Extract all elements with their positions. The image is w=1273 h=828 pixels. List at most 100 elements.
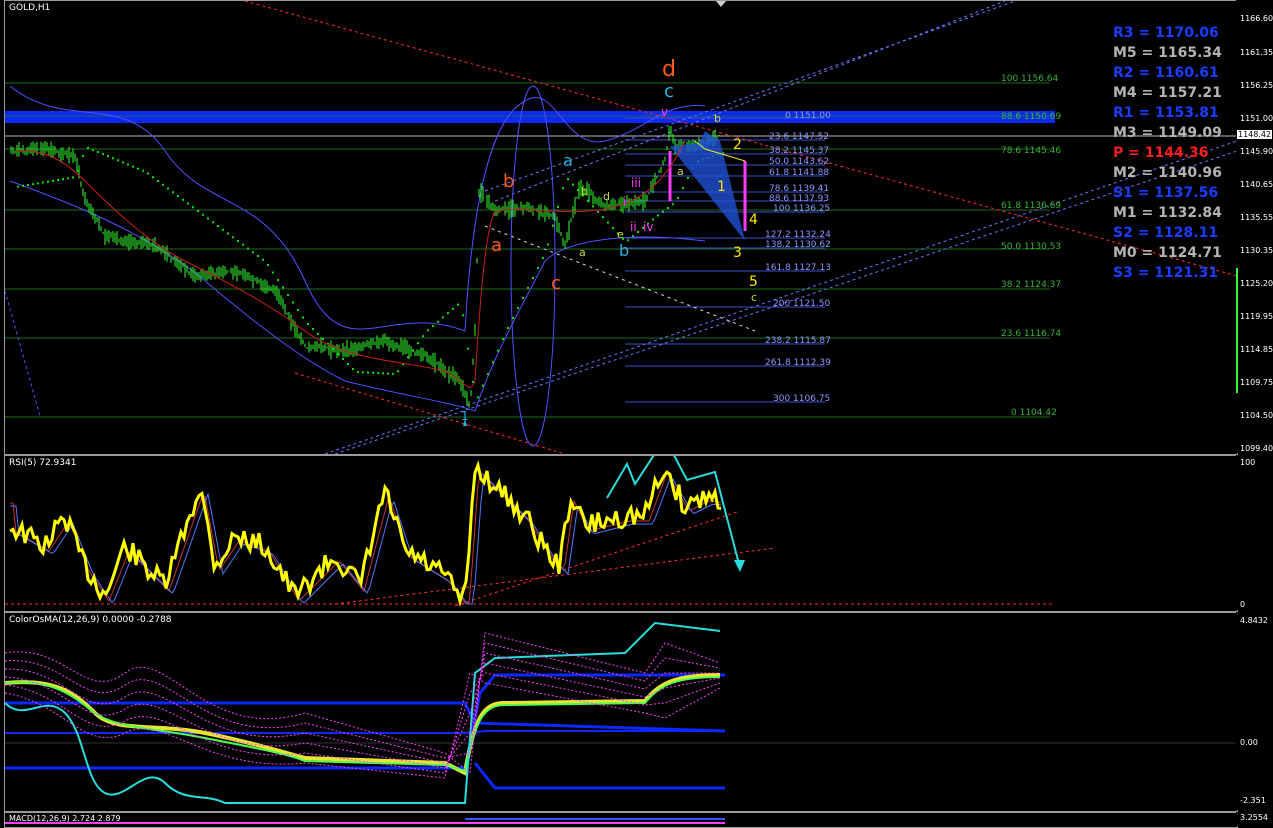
psar-dot [662,210,664,213]
fibex-label: 238.2 1115.87 [765,336,831,346]
pivot-r3: R3 = 1170.06 [1113,25,1219,41]
psar-dot [422,335,424,338]
fibex-label: 0 1151.00 [785,111,831,121]
psar-dot [287,294,289,296]
fibex-label: 261.8 1112.39 [765,358,831,368]
psar-dot [417,342,419,345]
wave-label: a [677,165,684,178]
psar-dot [42,181,44,184]
psar-dot [257,255,259,257]
rsi-axis-max: 100 [1240,458,1256,467]
fibex-label: 23.6 1147.52 [769,132,830,142]
psar-dot [372,371,374,374]
psar-dot [107,155,109,158]
main-price-chart[interactable]: GOLD,H1 100 1156.64 88.6 1150.69 78.6 11… [4,0,1238,455]
psar-dot [72,176,74,179]
wave-label: c [751,291,758,304]
osma-axis-bottom: -2.351 [1240,796,1266,805]
pivot-m4: M4 = 1157.21 [1113,85,1222,101]
down-arrow-icon [734,560,745,572]
wave-label: c [664,81,674,102]
fibex-label: 100 1136.25 [773,204,831,214]
osma-line [5,673,721,776]
psar-dot [362,371,364,374]
psar-dot [487,373,489,375]
pivot-m3: M3 = 1149.09 [1113,125,1222,141]
fib-label: 0 1104.42 [1011,408,1057,418]
rsi-title: RSI(5) 72.9341 [9,458,77,468]
fib-label: 78.6 1145.46 [1001,146,1062,156]
psar-dot [407,356,409,359]
pivot-m5: M5 = 1165.34 [1113,45,1222,61]
fibex-label: 138.2 1130.62 [765,240,831,250]
osma-line [5,621,721,804]
psar-dot [587,199,589,202]
pivot-band [5,111,1055,123]
wave-label: 2 [733,137,742,153]
psar-dot [472,381,474,383]
psar-dot [482,384,484,387]
blue-diagonal-left [5,290,41,417]
psar-dot [677,197,679,199]
osma-axis [1236,612,1273,810]
psar-dot [127,163,129,166]
psar-dot [242,243,244,246]
psar-dot [682,187,684,189]
psar-dot [227,232,229,235]
psar-dot [117,159,119,162]
price-tick: 1119.95 [1240,312,1273,321]
psar-dot [637,231,639,233]
psar-dot [382,372,384,375]
rsi-panel[interactable]: RSI(5) 72.9341 [4,455,1238,612]
pivot-m2: M2 = 1140.96 [1113,165,1222,181]
psar-dot [597,210,599,213]
psar-dot [167,187,169,190]
psar-dot [477,396,479,399]
psar-dot [182,198,184,201]
fibex-label: 300 1106.75 [773,394,831,404]
psar-dot [232,236,234,239]
psar-dot [567,178,569,181]
pivot-s1: S1 = 1137.56 [1113,185,1219,201]
psar-dot [132,165,134,168]
pivot-s2: S2 = 1128.11 [1113,225,1219,241]
psar-dot [197,210,199,212]
price-tick: 1140.65 [1240,180,1273,189]
psar-dot [337,353,339,355]
wave-label: 5 [749,274,758,290]
psar-dot [672,203,674,206]
collapse-arrow-icon[interactable] [716,1,726,7]
fibex-label: 38.2 1145.37 [769,146,830,156]
rsi-canvas [5,456,1055,608]
psar-dot [392,372,394,375]
psar-dot [152,176,154,179]
psar-dot [162,183,164,186]
psar-dot [342,358,344,360]
psar-dot [317,333,319,335]
psar-dot [202,213,204,216]
wave-label: e [617,228,624,241]
psar-dot [297,309,299,311]
psar-dot [397,370,399,373]
wave-label: d [603,190,610,203]
psar-dot [87,146,89,149]
psar-dot [592,205,594,208]
fib-label: 100 1156.64 [1001,74,1059,84]
psar-dot [562,187,564,190]
price-tick: 1130.35 [1240,246,1273,255]
price-tick: 1145.90 [1240,147,1273,156]
psar-dot [312,328,314,330]
rsi-projection [606,456,741,569]
wave-label: a [491,235,503,256]
psar-dot [237,240,239,242]
osma-panel[interactable]: ColorOsMA(12,26,9) 0.0000 -0.2788 [4,612,1238,812]
harmonic-pattern [670,141,745,241]
psar-dot [667,207,669,209]
psar-dot [187,202,189,205]
chart-title: GOLD,H1 [9,3,51,13]
wave-label: i [623,195,627,209]
psar-dot [172,191,174,194]
psar-dot [427,329,429,332]
wave-label: 4 [749,212,758,228]
psar-dot [332,348,334,350]
